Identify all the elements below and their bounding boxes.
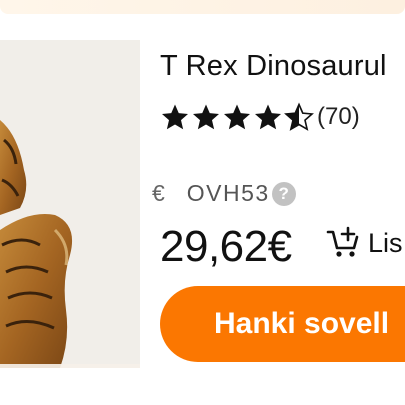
star-icon	[224, 104, 250, 130]
t-rex-costume-image	[0, 40, 140, 368]
star-rating	[160, 102, 315, 132]
add-to-cart-label: Lis	[368, 227, 403, 258]
card-gap	[0, 14, 405, 40]
view-more-link[interactable]: oja ›	[0, 364, 140, 368]
add-to-cart-button[interactable]: Lis	[326, 226, 403, 260]
review-count: (70)	[317, 103, 360, 130]
half-star-icon	[284, 102, 314, 131]
product-title[interactable]: T Rex Dinosaurul	[160, 50, 387, 83]
header-strip	[0, 0, 405, 14]
help-icon[interactable]: ?	[271, 181, 296, 206]
product-rating[interactable]: (70)	[160, 102, 360, 132]
product-price: 29,62€	[160, 222, 292, 271]
product-image[interactable]: oja ›	[0, 40, 140, 368]
product-code-row: € OVH53 ?	[152, 180, 296, 207]
star-icon	[255, 104, 281, 130]
get-app-button[interactable]: Hanki sovell	[160, 286, 405, 362]
star-icon	[162, 104, 188, 130]
product-code: OVH53	[186, 180, 270, 206]
currency-fragment: €	[152, 180, 165, 206]
add-to-cart-icon	[326, 226, 359, 257]
product-page: oja › T Rex Dinosaurul (70) € OVH53 ? 29…	[0, 0, 405, 405]
star-icon	[193, 104, 219, 130]
